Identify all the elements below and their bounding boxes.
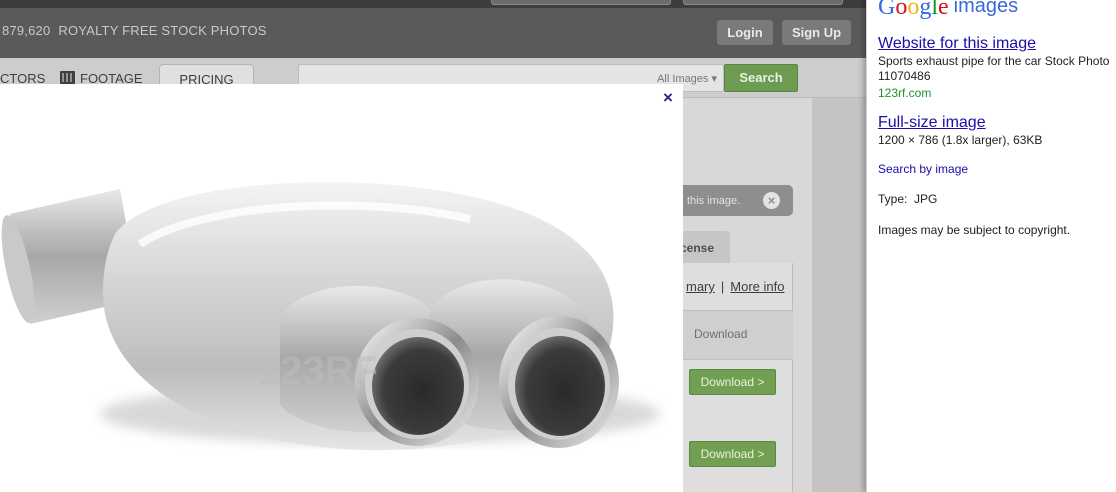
notice-banner-text: this image.	[687, 195, 741, 207]
logo-letter: o	[907, 0, 920, 20]
tagline-text: ROYALTY FREE STOCK PHOTOS	[58, 23, 267, 38]
tab-license-label: cense	[680, 241, 715, 255]
logo-word: images	[953, 0, 1019, 17]
exhaust-pipe-photo: 123RF	[0, 84, 683, 492]
film-icon	[60, 71, 75, 84]
logo-letter: l	[931, 0, 939, 20]
search-by-image-link[interactable]: Search by image	[878, 162, 968, 176]
download-header-label: Download	[694, 327, 748, 341]
notice-banner: this image. ×	[683, 185, 793, 216]
tab-license[interactable]: cense	[680, 231, 730, 263]
download-button[interactable]: Download >	[689, 369, 776, 395]
close-icon[interactable]: ×	[661, 89, 675, 106]
image-type-label: Type:	[878, 192, 908, 206]
image-type-value: JPG	[914, 192, 938, 206]
top-strip	[0, 0, 866, 8]
site-tagline: 879,620 ROYALTY FREE STOCK PHOTOS	[2, 23, 267, 38]
logo-letter: g	[919, 0, 932, 20]
download-button[interactable]: Download >	[689, 441, 776, 467]
info-links: mary | More info	[686, 279, 784, 294]
notice-close-icon[interactable]: ×	[763, 192, 780, 209]
full-size-image-link[interactable]: Full-size image	[878, 114, 986, 132]
logo-letter: e	[938, 0, 949, 20]
image-title: Sports exhaust pipe for the car Stock Ph…	[878, 54, 1110, 68]
website-for-image-link[interactable]: Website for this image	[878, 35, 1036, 53]
more-info-link[interactable]: More info	[730, 279, 784, 294]
image-type: Type: JPG	[878, 192, 937, 206]
signup-button[interactable]: Sign Up	[782, 20, 851, 45]
link-separator: |	[720, 279, 725, 294]
google-images-logo: Google images	[878, 0, 1018, 21]
logo-letter: o	[895, 0, 908, 20]
photo-watermark: 123RF	[258, 349, 378, 393]
full-size-details: 1200 × 786 (1.8x larger), 63KB	[878, 133, 1043, 147]
photo-count: 879,620	[2, 23, 51, 38]
summary-link[interactable]: mary	[686, 279, 715, 294]
page-gutter	[812, 98, 866, 492]
download-header-row: Download	[683, 310, 793, 360]
copyright-notice: Images may be subject to copyright.	[878, 223, 1071, 237]
login-button[interactable]: Login	[717, 20, 773, 45]
site-search-button[interactable]: Search	[724, 64, 798, 92]
top-strip-field	[491, 0, 671, 5]
top-strip-field	[683, 0, 843, 5]
site-header: 879,620 ROYALTY FREE STOCK PHOTOS Login S…	[0, 8, 866, 58]
source-domain: 123rf.com	[878, 86, 932, 100]
logo-letter: G	[878, 0, 896, 20]
image-lightbox: 123RF ×	[0, 84, 683, 492]
image-id: 11070486	[878, 69, 931, 83]
google-image-details-panel: Google images Website for this image Spor…	[866, 0, 1116, 492]
